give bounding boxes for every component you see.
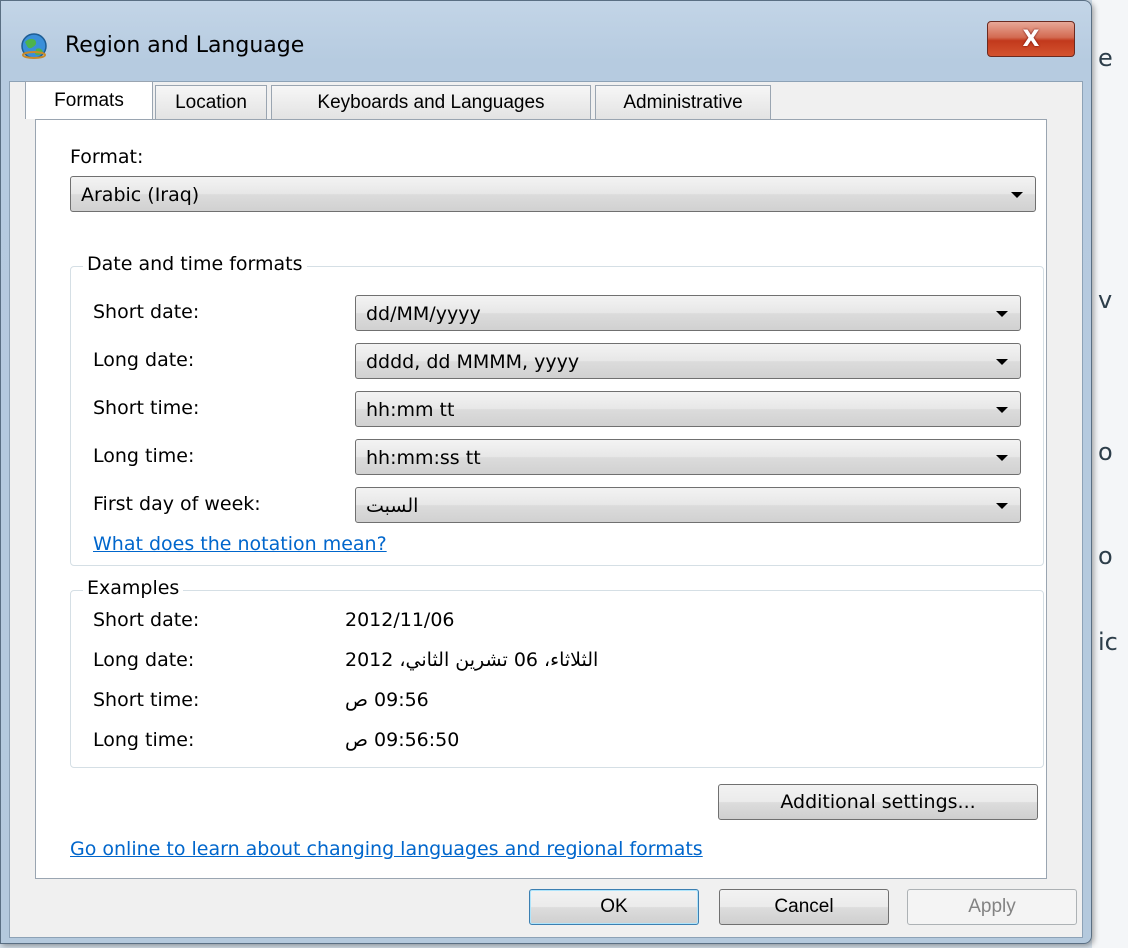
- chevron-down-icon: [996, 407, 1008, 413]
- examples-title: Examples: [83, 577, 184, 599]
- short-time-dropdown[interactable]: hh:mm tt: [355, 391, 1021, 427]
- examples-group: Examples Short date: 2012/11/06 Long dat…: [70, 577, 1044, 768]
- tab-administrative[interactable]: Administrative: [595, 85, 771, 119]
- format-dropdown[interactable]: Arabic (Iraq): [70, 176, 1036, 212]
- tab-keyboards-and-languages[interactable]: Keyboards and Languages: [271, 85, 591, 119]
- online-help-link[interactable]: Go online to learn about changing langua…: [70, 838, 703, 860]
- first-day-of-week-dropdown[interactable]: السبت: [355, 487, 1021, 523]
- background-text-fragment: v: [1098, 286, 1113, 314]
- short-time-label: Short time:: [93, 397, 200, 419]
- example-long-date-label: Long date:: [93, 649, 195, 671]
- chevron-down-icon: [996, 311, 1008, 317]
- long-time-label: Long time:: [93, 445, 195, 467]
- chevron-down-icon: [996, 359, 1008, 365]
- globe-icon: [21, 33, 47, 59]
- example-short-time-label: Short time:: [93, 689, 200, 711]
- format-label: Format:: [70, 146, 144, 168]
- background-text-fragment: o: [1098, 438, 1113, 466]
- example-short-date-label: Short date:: [93, 609, 200, 631]
- first-day-of-week-value: السبت: [366, 495, 419, 517]
- example-long-time-label: Long time:: [93, 729, 195, 751]
- dialog-title: Region and Language: [65, 33, 305, 58]
- date-time-formats-group: Date and time formats Short date: dd/MM/…: [70, 253, 1044, 566]
- additional-settings-button[interactable]: Additional settings...: [718, 784, 1038, 820]
- ok-button[interactable]: OK: [529, 889, 699, 925]
- example-long-time-value: 09:56:50 ص: [345, 729, 460, 751]
- close-icon: X: [1022, 26, 1040, 52]
- example-short-time-value: 09:56 ص: [345, 689, 429, 711]
- first-day-of-week-label: First day of week:: [93, 493, 261, 515]
- background-text-fragment: o: [1098, 542, 1113, 570]
- close-button[interactable]: X: [987, 21, 1075, 57]
- apply-button[interactable]: Apply: [907, 889, 1077, 925]
- background-text-fragment: ic: [1098, 628, 1118, 656]
- chevron-down-icon: [996, 503, 1008, 509]
- formats-panel: Format: Arabic (Iraq) Date and time form…: [35, 119, 1047, 879]
- short-time-value: hh:mm tt: [366, 399, 455, 421]
- date-time-formats-title: Date and time formats: [83, 253, 307, 275]
- example-long-date-value: الثلاثاء، 06 تشرين الثاني، 2012: [345, 649, 599, 671]
- example-short-date-value: 2012/11/06: [345, 609, 455, 631]
- title-bar[interactable]: Region and Language X: [1, 1, 1091, 81]
- long-time-dropdown[interactable]: hh:mm:ss tt: [355, 439, 1021, 475]
- short-date-dropdown[interactable]: dd/MM/yyyy: [355, 295, 1021, 331]
- format-value: Arabic (Iraq): [81, 184, 200, 206]
- long-date-dropdown[interactable]: dddd, dd MMMM, yyyy: [355, 343, 1021, 379]
- tab-location[interactable]: Location: [155, 85, 267, 119]
- background-text-fragment: e: [1098, 44, 1113, 72]
- region-language-dialog: Region and Language X Formats Location K…: [0, 0, 1092, 944]
- short-date-value: dd/MM/yyyy: [366, 303, 481, 325]
- short-date-label: Short date:: [93, 301, 200, 323]
- long-time-value: hh:mm:ss tt: [366, 447, 481, 469]
- chevron-down-icon: [996, 455, 1008, 461]
- long-date-label: Long date:: [93, 349, 195, 371]
- notation-help-link[interactable]: What does the notation mean?: [93, 533, 387, 555]
- long-date-value: dddd, dd MMMM, yyyy: [366, 351, 580, 373]
- cancel-button[interactable]: Cancel: [719, 889, 889, 925]
- chevron-down-icon: [1011, 192, 1023, 198]
- background-window-edge: e v o o ic: [1092, 0, 1128, 948]
- tab-formats[interactable]: Formats: [25, 81, 153, 119]
